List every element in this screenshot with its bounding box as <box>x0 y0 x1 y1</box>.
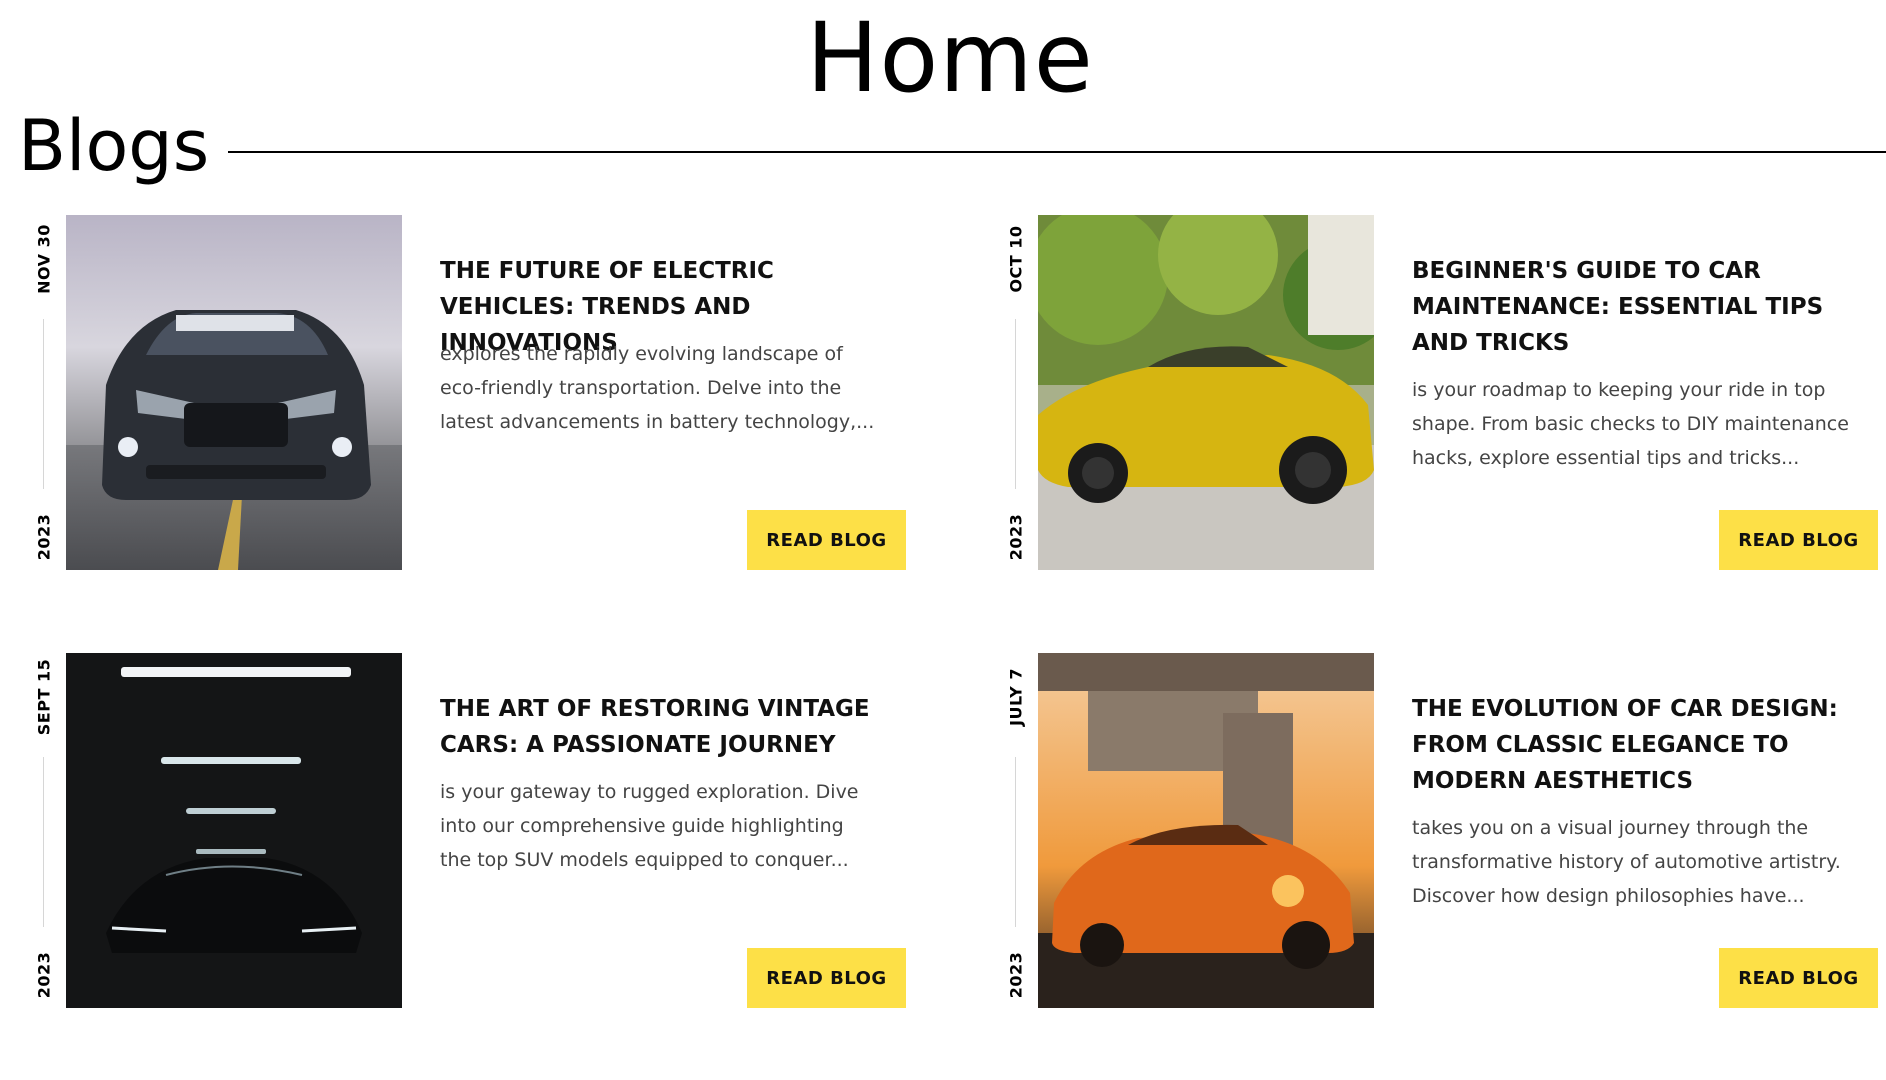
blog-card: NOV 30 2023 THE FUTURE OF ELECTRIC VEHIC… <box>30 215 910 571</box>
blog-thumbnail-orange-coupe-sunset[interactable] <box>1038 653 1374 1008</box>
blog-excerpt: takes you on a visual journey through th… <box>1412 817 1841 907</box>
date-divider <box>43 319 44 489</box>
read-blog-button[interactable]: READ BLOG <box>747 948 906 1008</box>
blog-thumbnail-yellow-sports-car[interactable] <box>1038 215 1374 570</box>
blog-excerpt: is your gateway to rugged exploration. D… <box>440 781 859 871</box>
blog-title[interactable]: THE EVOLUTION OF CAR DESIGN: FROM CLASSI… <box>1412 691 1852 799</box>
blog-date-rail: NOV 30 2023 <box>30 215 58 571</box>
blog-card: JULY 7 2023 THE EVOLUTION OF CAR DESIGN:… <box>1002 653 1882 1009</box>
section-title-blogs: Blogs <box>18 105 210 187</box>
blog-thumbnail-dark-muscle-car[interactable] <box>66 215 402 570</box>
blog-excerpt: explores the rapidly evolving landscape … <box>440 343 875 433</box>
section-divider <box>228 151 1886 153</box>
blog-card: SEPT 15 2023 THE ART OF RESTORING VINTAG… <box>30 653 910 1009</box>
blog-year: 2023 <box>1006 513 1026 561</box>
date-divider <box>1015 319 1016 489</box>
blog-year: 2023 <box>34 513 54 561</box>
read-blog-button[interactable]: READ BLOG <box>747 510 906 570</box>
date-divider <box>1015 757 1016 927</box>
page-title: Home <box>806 2 1094 114</box>
blog-date-rail: JULY 7 2023 <box>1002 653 1030 1009</box>
blog-date: OCT 10 <box>1006 225 1026 293</box>
blog-card: OCT 10 2023 BEGINNER'S GUIDE TO CAR MAIN… <box>1002 215 1882 571</box>
blog-thumbnail-dark-car-garage[interactable] <box>66 653 402 1008</box>
blog-year: 2023 <box>34 951 54 999</box>
read-blog-button[interactable]: READ BLOG <box>1719 510 1878 570</box>
blog-date: SEPT 15 <box>34 658 54 736</box>
blog-date-rail: SEPT 15 2023 <box>30 653 58 1009</box>
blog-excerpt: is your roadmap to keeping your ride in … <box>1412 379 1849 469</box>
blog-title[interactable]: BEGINNER'S GUIDE TO CAR MAINTENANCE: ESS… <box>1412 253 1852 361</box>
date-divider <box>43 757 44 927</box>
blog-title[interactable]: THE ART OF RESTORING VINTAGE CARS: A PAS… <box>440 691 880 763</box>
blog-date: JULY 7 <box>1006 668 1026 726</box>
read-blog-button[interactable]: READ BLOG <box>1719 948 1878 1008</box>
blog-year: 2023 <box>1006 951 1026 999</box>
blog-date-rail: OCT 10 2023 <box>1002 215 1030 571</box>
blog-date: NOV 30 <box>34 224 54 294</box>
